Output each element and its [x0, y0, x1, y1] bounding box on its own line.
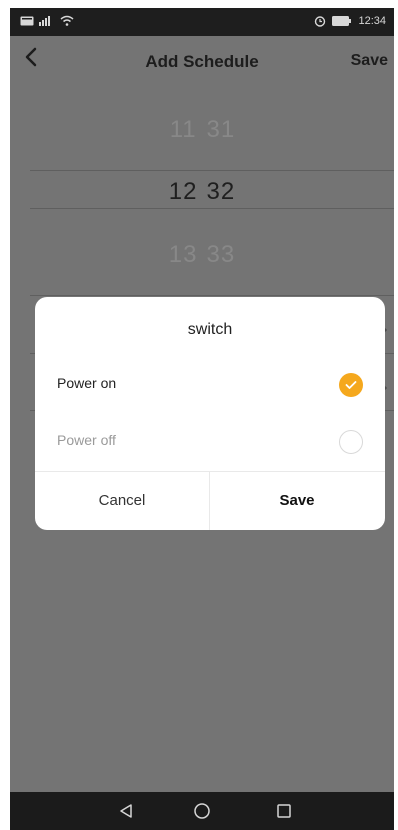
hour-value-next: 13 — [168, 241, 198, 268]
status-bar: 12:34 — [10, 8, 394, 36]
status-time: 12:34 — [358, 15, 386, 27]
back-triangle-icon[interactable] — [106, 798, 146, 824]
signal-icon — [39, 15, 50, 26]
home-circle-icon[interactable] — [182, 798, 222, 824]
system-nav-bar — [10, 792, 394, 830]
cancel-button[interactable]: Cancel — [35, 472, 209, 530]
list-divider-1 — [30, 295, 394, 296]
battery-icon — [332, 16, 352, 26]
hour-value-selected: 12 — [168, 178, 198, 205]
save-button[interactable]: Save — [351, 52, 388, 70]
minute-value-selected: 32 — [206, 178, 236, 205]
time-picker-selected-row[interactable]: 12 32 — [10, 178, 394, 206]
picker-divider-top — [30, 170, 394, 171]
minute-value-previous: 31 — [206, 116, 236, 143]
recents-square-icon[interactable] — [264, 798, 304, 824]
message-icon — [20, 16, 34, 25]
dialog-save-button[interactable]: Save — [210, 472, 384, 530]
status-left-icons — [20, 15, 74, 26]
option-power-on[interactable]: Power on — [35, 360, 385, 410]
switch-dialog: switch Power on Power off Cancel Save — [35, 297, 385, 530]
radio-unchecked-icon[interactable] — [339, 430, 363, 454]
alarm-icon — [315, 16, 326, 27]
time-picker-previous-row[interactable]: 11 31 — [10, 116, 394, 144]
status-right-icons: 12:34 — [314, 15, 386, 27]
wifi-icon — [60, 15, 74, 26]
checkmark-icon[interactable] — [339, 373, 363, 397]
minute-value-next: 33 — [206, 241, 236, 268]
hour-value-previous: 11 — [169, 116, 197, 143]
app-bar: Add Schedule Save — [10, 36, 394, 84]
dialog-title: switch — [187, 321, 233, 338]
option-label: Power on — [57, 375, 117, 391]
time-picker-next-row[interactable]: 13 33 — [10, 241, 394, 269]
option-label: Power off — [57, 432, 116, 448]
picker-divider-bottom — [30, 208, 394, 209]
option-power-off[interactable]: Power off — [35, 417, 385, 467]
phone-screen: 12:34 Add Schedule Save 11 31 12 32 13 3… — [10, 8, 394, 830]
page-title: Add Schedule — [145, 52, 259, 71]
